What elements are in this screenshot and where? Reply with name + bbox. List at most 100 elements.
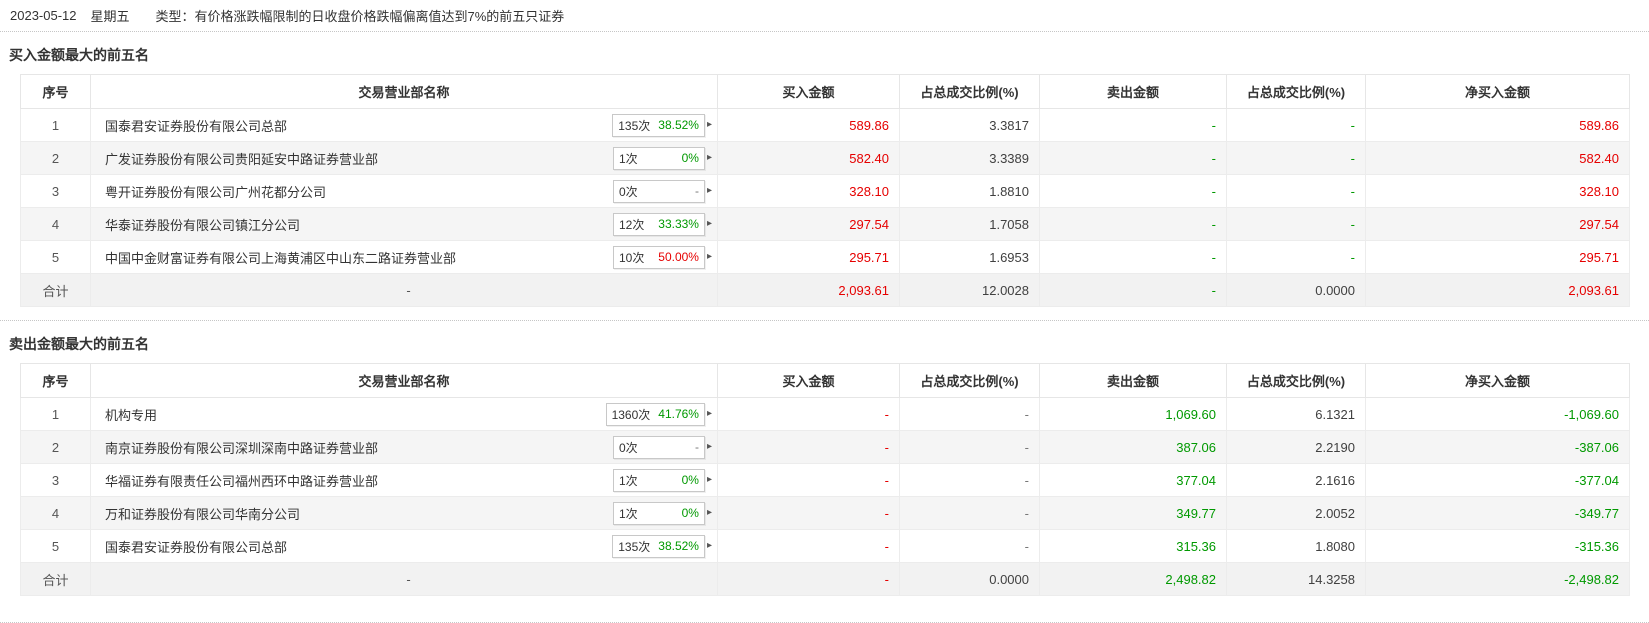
sell-amount-cell: 1,069.60 bbox=[1039, 397, 1227, 431]
history-badge-wrap: 1360次 41.76% ▸ bbox=[605, 402, 712, 426]
row-index: 2 bbox=[20, 141, 91, 175]
buy-amount-cell: - bbox=[717, 397, 900, 431]
net-buy-cell: -315.36 bbox=[1365, 529, 1630, 563]
buy-ratio-cell: 1.7058 bbox=[899, 207, 1040, 241]
sell-amount-cell: 387.06 bbox=[1039, 430, 1227, 464]
badge-count: 1360次 bbox=[611, 407, 651, 422]
appearance-count-badge[interactable]: 12次 33.33% bbox=[612, 212, 705, 236]
history-badge-wrap: 135次 38.52% ▸ bbox=[612, 534, 712, 558]
total-row: 合计 - -0.0000 2,498.82 14.3258 -2,498.82 bbox=[20, 562, 1630, 596]
total-name-placeholder: - bbox=[90, 562, 718, 596]
row-index: 5 bbox=[20, 240, 91, 274]
net-buy-cell: 295.71 bbox=[1365, 240, 1630, 274]
appearance-count-badge[interactable]: 1次 0% bbox=[612, 468, 705, 492]
department-cell: 中国中金财富证券有限公司上海黄浦区中山东二路证券营业部 10次 50.00% ▸ bbox=[90, 240, 718, 274]
department-name[interactable]: 中国中金财富证券有限公司上海黄浦区中山东二路证券营业部 bbox=[105, 248, 456, 267]
column-header: 净买入金额 bbox=[1365, 74, 1630, 109]
column-header: 占总成交比例(%) bbox=[899, 74, 1040, 109]
row-index: 4 bbox=[20, 207, 91, 241]
column-header: 交易营业部名称 bbox=[90, 363, 718, 398]
appearance-count-badge[interactable]: 10次 50.00% bbox=[612, 245, 705, 269]
department-cell: 华泰证券股份有限公司镇江分公司 12次 33.33% ▸ bbox=[90, 207, 718, 241]
weekday-text: 星期五 bbox=[90, 9, 130, 24]
department-name[interactable]: 机构专用 bbox=[105, 405, 157, 424]
chevron-right-icon: ▸ bbox=[706, 251, 712, 262]
sell-ratio-cell: 0.0000 bbox=[1226, 273, 1366, 307]
department-name[interactable]: 广发证券股份有限公司贵阳延安中路证券营业部 bbox=[105, 149, 378, 168]
sell-ratio-cell: 2.0052 bbox=[1226, 496, 1366, 530]
net-buy-cell: 297.54 bbox=[1365, 207, 1630, 241]
table-row: 1 机构专用 1360次 41.76% ▸ - -1,069.60 6.1321 -1,069.… bbox=[20, 397, 1630, 431]
department-name[interactable]: 华泰证券股份有限公司镇江分公司 bbox=[105, 215, 300, 234]
badge-count: 135次 bbox=[618, 118, 651, 133]
table-row: 1 国泰君安证券股份有限公司总部 135次 38.52% ▸ 589.86 3.3817- -… bbox=[20, 108, 1630, 142]
sell-ratio-cell: - bbox=[1226, 141, 1366, 175]
appearance-count-badge[interactable]: 1次 0% bbox=[612, 146, 705, 170]
sell-top5-table: 序号 交易营业部名称 买入金额 占总成交比例(%) 卖出金额 占总成交比例(%) 净买入金额… bbox=[20, 363, 1630, 596]
sell-section-title: 卖出金额最大的前五名 bbox=[9, 336, 149, 352]
sell-ratio-cell: - bbox=[1226, 240, 1366, 274]
appearance-count-badge[interactable]: 135次 38.52% bbox=[612, 534, 705, 558]
buy-ratio-cell: - bbox=[899, 397, 1040, 431]
total-label: 合计 bbox=[20, 273, 91, 307]
buy-amount-cell: - bbox=[717, 496, 900, 530]
sell-ratio-cell: - bbox=[1226, 174, 1366, 208]
total-name-placeholder: - bbox=[90, 273, 718, 307]
net-buy-cell: -377.04 bbox=[1365, 463, 1630, 497]
header-row: 序号 交易营业部名称 买入金额 占总成交比例(%) 卖出金额 占总成交比例(%) 净买入金额 bbox=[20, 74, 1630, 109]
badge-percent: 0% bbox=[681, 473, 699, 487]
net-buy-cell: -349.77 bbox=[1365, 496, 1630, 530]
department-name[interactable]: 南京证券股份有限公司深圳深南中路证券营业部 bbox=[105, 438, 378, 457]
sell-amount-cell: - bbox=[1039, 141, 1227, 175]
column-header: 买入金额 bbox=[717, 363, 900, 398]
badge-percent: 41.76% bbox=[658, 407, 699, 421]
sell-top5-section: 卖出金额最大的前五名 序号 交易营业部名称 买入金额 占总成交比例(%) 卖出金额 占总成… bbox=[0, 321, 1649, 596]
department-name[interactable]: 国泰君安证券股份有限公司总部 bbox=[105, 537, 287, 556]
table-row: 2 广发证券股份有限公司贵阳延安中路证券营业部 1次 0% ▸ 582.40 3.3389-… bbox=[20, 141, 1630, 175]
net-buy-cell: -2,498.82 bbox=[1365, 562, 1630, 596]
sell-ratio-cell: 1.8080 bbox=[1226, 529, 1366, 563]
department-name[interactable]: 国泰君安证券股份有限公司总部 bbox=[105, 116, 287, 135]
sell-amount-cell: - bbox=[1039, 273, 1227, 307]
appearance-count-badge[interactable]: 1次 0% bbox=[612, 501, 705, 525]
sell-ratio-cell: 14.3258 bbox=[1226, 562, 1366, 596]
sell-amount-cell: - bbox=[1039, 240, 1227, 274]
column-header: 占总成交比例(%) bbox=[1226, 74, 1366, 109]
badge-count: 12次 bbox=[618, 217, 645, 232]
department-name[interactable]: 万和证券股份有限公司华南分公司 bbox=[105, 504, 300, 523]
badge-count: 1次 bbox=[618, 151, 638, 166]
sell-amount-cell: 2,498.82 bbox=[1039, 562, 1227, 596]
chevron-right-icon: ▸ bbox=[706, 540, 712, 551]
table-row: 3 粤开证券股份有限公司广州花都分公司 0次 - ▸ 328.10 1.8810- -328.… bbox=[20, 174, 1630, 208]
appearance-count-badge[interactable]: 0次 - bbox=[612, 435, 705, 459]
column-header: 占总成交比例(%) bbox=[1226, 363, 1366, 398]
badge-percent: 38.52% bbox=[658, 118, 699, 132]
net-buy-cell: -387.06 bbox=[1365, 430, 1630, 464]
appearance-count-badge[interactable]: 1360次 41.76% bbox=[605, 402, 705, 426]
buy-ratio-cell: 1.6953 bbox=[899, 240, 1040, 274]
badge-percent: 33.33% bbox=[658, 217, 699, 231]
sell-ratio-cell: 2.1616 bbox=[1226, 463, 1366, 497]
appearance-count-badge[interactable]: 0次 - bbox=[612, 179, 705, 203]
appearance-count-badge[interactable]: 135次 38.52% bbox=[612, 113, 705, 137]
row-index: 1 bbox=[20, 108, 91, 142]
department-name[interactable]: 粤开证券股份有限公司广州花都分公司 bbox=[105, 182, 326, 201]
row-index: 1 bbox=[20, 397, 91, 431]
row-index: 4 bbox=[20, 496, 91, 530]
buy-top5-section: 买入金额最大的前五名 序号 交易营业部名称 买入金额 占总成交比例(%) 卖出金额 占总成… bbox=[0, 32, 1649, 307]
buy-ratio-cell: - bbox=[899, 529, 1040, 563]
buy-ratio-cell: 3.3817 bbox=[899, 108, 1040, 142]
net-buy-cell: 2,093.61 bbox=[1365, 273, 1630, 307]
buy-ratio-cell: - bbox=[899, 496, 1040, 530]
badge-percent: 50.00% bbox=[658, 250, 699, 264]
sell-ratio-cell: 2.2190 bbox=[1226, 430, 1366, 464]
badge-count: 135次 bbox=[618, 539, 651, 554]
buy-amount-cell: - bbox=[717, 463, 900, 497]
sell-ratio-cell: - bbox=[1226, 207, 1366, 241]
buy-amount-cell: 2,093.61 bbox=[717, 273, 900, 307]
department-name[interactable]: 华福证券有限责任公司福州西环中路证券营业部 bbox=[105, 471, 378, 490]
buy-amount-cell: - bbox=[717, 430, 900, 464]
buy-ratio-cell: - bbox=[899, 430, 1040, 464]
badge-percent: 0% bbox=[681, 506, 699, 520]
history-badge-wrap: 0次 - ▸ bbox=[612, 435, 712, 459]
